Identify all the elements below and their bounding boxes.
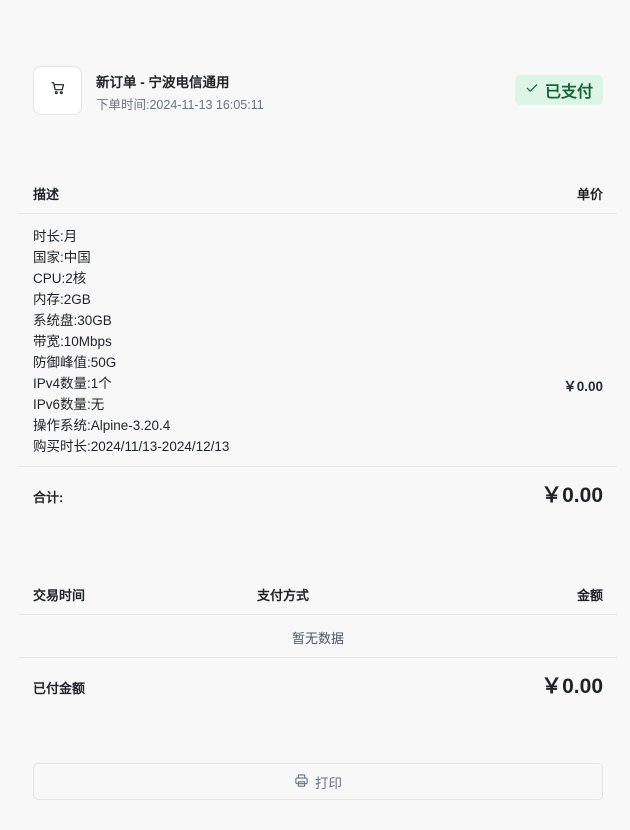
- items-table: 描述 单价 时长:月 国家:中国 CPU:2核 内存:2GB 系统盘:30GB …: [19, 170, 617, 523]
- detail-line: 内存:2GB: [33, 292, 91, 307]
- printer-icon: [294, 773, 309, 791]
- print-button[interactable]: 打印: [33, 763, 603, 800]
- column-header-amount: 金额: [576, 588, 603, 603]
- order-title: 新订单 - 宁波电信通用: [96, 75, 230, 90]
- paid-row: 已付金额 ￥0.00: [19, 658, 617, 716]
- total-value: ￥0.00: [541, 484, 603, 507]
- detail-line: IPv6数量:无: [33, 397, 105, 412]
- column-header-time: 交易时间: [33, 588, 86, 603]
- table-row: 时长:月 国家:中国 CPU:2核 内存:2GB 系统盘:30GB 带宽:10M…: [19, 214, 617, 467]
- item-description: 时长:月 国家:中国 CPU:2核 内存:2GB 系统盘:30GB 带宽:10M…: [33, 226, 229, 457]
- detail-line: 操作系统:Alpine-3.20.4: [33, 418, 171, 433]
- order-header: 新订单 - 宁波电信通用 下单时间:2024-11-13 16:05:11 已支…: [33, 66, 603, 115]
- status-badge: 已支付: [514, 75, 603, 105]
- detail-line: 时长:月: [33, 229, 78, 244]
- detail-line: CPU:2核: [33, 271, 87, 286]
- detail-line: IPv4数量:1个: [33, 376, 112, 391]
- column-header-method: 支付方式: [257, 588, 310, 603]
- print-label: 打印: [315, 775, 342, 791]
- empty-row: 暂无数据: [19, 615, 617, 658]
- column-header-unit-price: 单价: [576, 187, 603, 202]
- detail-line: 带宽:10Mbps: [33, 334, 112, 349]
- paid-label: 已付金额: [33, 681, 86, 696]
- paid-value: ￥0.00: [541, 675, 603, 698]
- total-row: 合计: ￥0.00: [19, 467, 617, 523]
- status-text: 已支付: [544, 84, 593, 101]
- detail-line: 系统盘:30GB: [33, 313, 112, 328]
- item-price: ￥0.00: [563, 379, 603, 394]
- cart-icon: [50, 80, 66, 101]
- order-time: 下单时间:2024-11-13 16:05:11: [96, 94, 264, 113]
- transactions-table: 交易时间 支付方式 金额 暂无数据 已付金额 ￥0.00: [19, 570, 617, 716]
- order-time-value: 2024-11-13 16:05:11: [149, 98, 264, 112]
- total-label: 合计:: [33, 490, 64, 505]
- transactions-table-header: 交易时间 支付方式 金额: [19, 570, 617, 615]
- detail-line: 购买时长:2024/11/13-2024/12/13: [33, 439, 230, 454]
- empty-text: 暂无数据: [291, 631, 344, 646]
- detail-line: 国家:中国: [33, 250, 91, 265]
- detail-line: 防御峰值:50G: [33, 355, 117, 370]
- order-icon-box: [33, 66, 82, 115]
- order-time-label: 下单时间:: [96, 98, 150, 112]
- column-header-description: 描述: [33, 187, 60, 202]
- items-table-header: 描述 单价: [19, 170, 617, 214]
- check-icon: [525, 81, 539, 100]
